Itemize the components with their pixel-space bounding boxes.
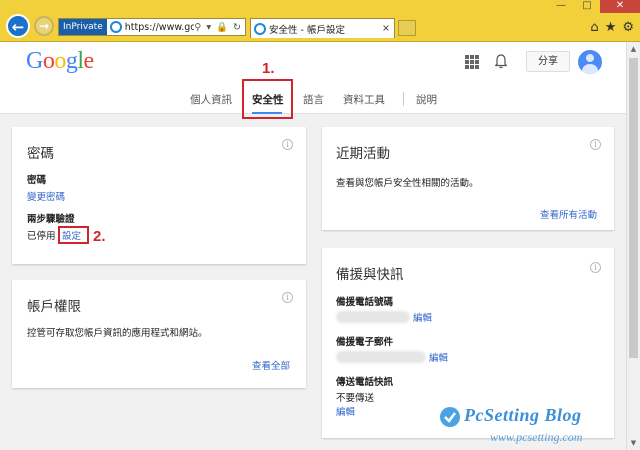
avatar[interactable] bbox=[578, 50, 602, 74]
back-button[interactable]: ← bbox=[6, 14, 30, 38]
view-all-activity-link[interactable]: 查看所有活動 bbox=[540, 207, 597, 221]
two-step-status: 已停用 bbox=[27, 231, 56, 242]
password-label: 密碼 bbox=[27, 175, 47, 186]
account-nav: 個人資訊 安全性 語言 資料工具 說明 bbox=[0, 92, 626, 114]
ie-tab-icon bbox=[254, 22, 266, 35]
info-icon[interactable]: i bbox=[590, 139, 601, 150]
two-step-label: 兩步驟驗證 bbox=[27, 214, 75, 225]
arrow-left-icon: ← bbox=[11, 18, 25, 36]
card-title: 近期活動 bbox=[336, 146, 390, 162]
watermark-title: PcSetting Blog bbox=[464, 405, 582, 425]
change-password-link[interactable]: 變更密碼 bbox=[27, 189, 65, 203]
recent-activity-card: 近期活動 i 查看與您帳戶安全性相關的活動。 查看所有活動 bbox=[322, 127, 614, 230]
recent-activity-description: 查看與您帳戶安全性相關的活動。 bbox=[336, 178, 479, 189]
tab-help[interactable]: 說明 bbox=[416, 92, 437, 107]
permissions-card: 帳戶權限 i 控管可存取您帳戶資訊的應用程式和網站。 查看全部 bbox=[12, 280, 306, 388]
vertical-scrollbar[interactable]: ▲ ▼ bbox=[626, 42, 640, 450]
scroll-up-icon[interactable]: ▲ bbox=[627, 42, 640, 56]
redacted-email bbox=[336, 351, 426, 363]
backup-phone-label: 備援電話號碼 bbox=[336, 297, 394, 308]
close-button[interactable]: ✕ bbox=[600, 0, 640, 13]
google-logo[interactable]: Google bbox=[26, 48, 94, 75]
share-button[interactable]: 分享 bbox=[526, 51, 570, 72]
home-icon[interactable]: ⌂ bbox=[590, 20, 598, 35]
info-icon[interactable]: i bbox=[590, 262, 601, 273]
google-header: Google 分享 個人資訊 安全性 語言 資料工具 說明 bbox=[0, 42, 626, 114]
card-title: 密碼 bbox=[27, 146, 54, 162]
address-bar[interactable]: InPrivate https://www.goog... ⚲ ▾ 🔒 ↻ bbox=[58, 18, 246, 36]
watermark-url: www.pcsetting.com bbox=[490, 430, 583, 444]
highlight-box-security-tab bbox=[242, 79, 293, 119]
nav-divider bbox=[403, 92, 404, 106]
tab-title: 安全性 - 帳戶設定 bbox=[269, 24, 345, 36]
apps-grid-icon[interactable] bbox=[465, 55, 479, 69]
address-tools-icons[interactable]: ⚲ ▾ 🔒 ↻ bbox=[194, 22, 245, 33]
info-icon[interactable]: i bbox=[282, 139, 293, 150]
sms-alerts-value: 不要傳送 bbox=[336, 393, 375, 404]
minimize-button[interactable]: — bbox=[548, 0, 574, 13]
tab-personal-info[interactable]: 個人資訊 bbox=[190, 92, 232, 107]
tab-security[interactable]: 安全性 - 帳戶設定 × bbox=[250, 18, 395, 38]
window-controls: — □ ✕ bbox=[548, 0, 640, 13]
step-1-label: 1. bbox=[262, 60, 275, 77]
forward-button[interactable]: → bbox=[34, 16, 54, 36]
tab-close-icon[interactable]: × bbox=[382, 23, 394, 34]
favorites-star-icon[interactable]: ★ bbox=[605, 20, 617, 35]
tab-language[interactable]: 語言 bbox=[303, 92, 324, 107]
highlight-box-setup-link bbox=[58, 226, 89, 244]
settings-gear-icon[interactable]: ⚙ bbox=[622, 20, 634, 35]
browser-toolbar: — □ ✕ ← → InPrivate https://www.goog... … bbox=[0, 0, 640, 42]
card-title: 備援與快訊 bbox=[336, 267, 404, 283]
notifications-bell-icon[interactable] bbox=[495, 54, 507, 69]
step-2-label: 2. bbox=[93, 228, 106, 245]
tab-data-tools[interactable]: 資料工具 bbox=[343, 92, 385, 107]
view-all-permissions-link[interactable]: 查看全部 bbox=[252, 358, 290, 372]
backup-phone-edit-link[interactable]: 編輯 bbox=[413, 310, 432, 324]
watermark: PcSetting Blog www.pcsetting.com bbox=[436, 405, 622, 449]
new-tab-button[interactable] bbox=[398, 20, 416, 36]
backup-email-label: 備援電子郵件 bbox=[336, 337, 394, 348]
inprivate-badge: InPrivate bbox=[59, 19, 107, 35]
permissions-description: 控管可存取您帳戶資訊的應用程式和網站。 bbox=[27, 328, 208, 339]
arrow-right-icon: → bbox=[38, 19, 50, 33]
info-icon[interactable]: i bbox=[282, 292, 293, 303]
sms-alerts-edit-link[interactable]: 編輯 bbox=[336, 404, 355, 418]
watermark-logo-icon bbox=[440, 407, 460, 427]
card-title: 帳戶權限 bbox=[27, 299, 81, 315]
backup-email-edit-link[interactable]: 編輯 bbox=[429, 350, 448, 364]
maximize-button[interactable]: □ bbox=[574, 0, 600, 13]
browser-icons: ⌂ ★ ⚙ bbox=[590, 20, 634, 35]
sms-alerts-label: 傳送電話快訊 bbox=[336, 377, 394, 388]
address-text[interactable]: https://www.goog... bbox=[125, 22, 195, 33]
scroll-down-icon[interactable]: ▼ bbox=[627, 436, 640, 450]
redacted-phone bbox=[336, 311, 410, 323]
password-card: 密碼 i 密碼 變更密碼 兩步驟驗證 已停用 設定 bbox=[12, 127, 306, 264]
ie-icon bbox=[109, 21, 122, 33]
scrollbar-thumb[interactable] bbox=[629, 58, 638, 358]
